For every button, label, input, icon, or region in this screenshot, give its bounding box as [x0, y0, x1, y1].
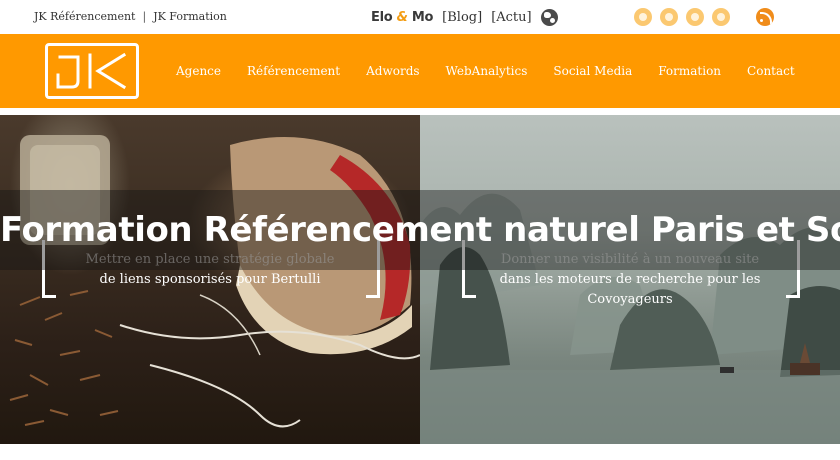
hero-slider: Mettre en place une stratégie globale de…	[0, 115, 840, 444]
top-links: JK Référencement | JK Formation	[34, 10, 227, 23]
jk-logo-mark	[56, 52, 127, 90]
elo-mo-logo[interactable]: Elo & Mo	[371, 10, 433, 25]
slide-caption-line2: de liens sponsorisés pour Bertulli	[99, 272, 321, 287]
nav-item-referencement[interactable]: Référencement	[247, 64, 340, 78]
social-icon-4[interactable]	[712, 8, 730, 26]
page-title: Formation Référencement naturel Paris et…	[0, 210, 840, 250]
slide-bay[interactable]: Donner une visibilité à un nouveau site …	[420, 115, 840, 444]
top-link-separator: |	[142, 10, 147, 23]
jk-logo[interactable]	[45, 43, 139, 99]
slide-caption-line2: dans les moteurs de recherche pour les	[499, 272, 761, 287]
nav-divider	[0, 108, 840, 115]
social-icon-1[interactable]	[634, 8, 652, 26]
rss-icon[interactable]	[756, 8, 774, 26]
social-icon-2[interactable]	[660, 8, 678, 26]
blog-link[interactable]: [Blog]	[442, 10, 482, 25]
nav-item-webanalytics[interactable]: WebAnalytics	[446, 64, 528, 78]
brand-links: Elo & Mo [Blog] [Actu]	[371, 6, 558, 28]
social-icon-3[interactable]	[686, 8, 704, 26]
nav-item-adwords[interactable]: Adwords	[366, 64, 419, 78]
nav-item-agence[interactable]: Agence	[176, 64, 221, 78]
actu-link[interactable]: [Actu]	[491, 10, 531, 25]
top-link-jk-formation[interactable]: JK Formation	[153, 10, 227, 23]
nav-item-social-media[interactable]: Social Media	[553, 64, 632, 78]
nav-menu: Agence Référencement Adwords WebAnalytic…	[176, 64, 821, 78]
slide-caption-line3: Covoyageurs	[587, 292, 673, 307]
globe-icon[interactable]	[540, 8, 558, 26]
main-nav: Agence Référencement Adwords WebAnalytic…	[0, 34, 840, 108]
slide-shoemaking[interactable]: Mettre en place une stratégie globale de…	[0, 115, 420, 444]
social-links	[634, 8, 730, 26]
top-link-jk-referencement[interactable]: JK Référencement	[34, 10, 135, 23]
top-bar: JK Référencement | JK Formation Elo & Mo […	[0, 0, 840, 34]
nav-item-formation[interactable]: Formation	[658, 64, 721, 78]
nav-item-contact[interactable]: Contact	[747, 64, 795, 78]
